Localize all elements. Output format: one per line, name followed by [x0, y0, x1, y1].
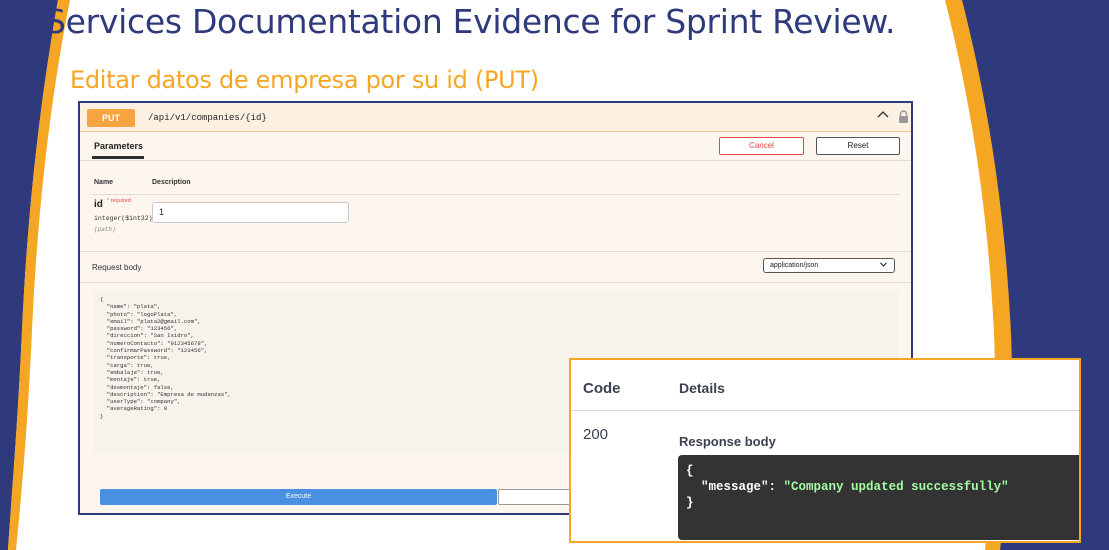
code-line: "embalaje": true,: [106, 368, 164, 376]
responses-code-header: Code: [583, 380, 621, 397]
request-body-label: Request body: [92, 263, 142, 272]
response-status-code: 200: [583, 426, 609, 443]
code-line: "montaje": true,: [106, 376, 161, 384]
lock-icon[interactable]: [898, 110, 909, 124]
method-badge: PUT: [87, 109, 135, 127]
code-line: "confirmarPassword": "123456",: [106, 347, 208, 355]
chevron-up-icon[interactable]: [877, 110, 889, 122]
column-header-name: Name: [94, 179, 114, 186]
code-line: "desmontaje": false,: [106, 383, 174, 391]
json-open-brace: {: [686, 464, 694, 478]
slide-subtitle: Editar datos de empresa por su id (PUT): [70, 66, 539, 94]
code-line: }: [100, 412, 104, 420]
param-type: integer($int32): [94, 215, 153, 222]
code-line: "name": "plata",: [106, 303, 161, 311]
json-key: "message": [701, 480, 769, 494]
tab-underline: [92, 156, 144, 159]
divider: [571, 410, 1079, 411]
cancel-button[interactable]: Cancel: [719, 137, 804, 155]
code-line: "carga": true,: [106, 361, 154, 369]
code-line: "averageRating": 0: [106, 405, 168, 413]
column-header-description: Description: [152, 179, 191, 186]
operation-header[interactable]: PUT /api/v1/companies/{id}: [80, 103, 911, 132]
response-body-block: { "message": "Company updated successful…: [678, 455, 1079, 540]
code-line: "direccion": "San Isidro",: [106, 332, 194, 340]
request-body-bar: Request body application/json: [80, 251, 911, 283]
content-type-value: application/json: [770, 262, 819, 269]
param-name: id: [94, 199, 103, 210]
param-location: (path): [94, 226, 116, 233]
code-line: "numeroContacto": "912345678",: [106, 339, 208, 347]
request-body-code: { "name": "plata", "photo": "logoPlata",…: [100, 296, 231, 420]
slide-title: Services Documentation Evidence for Spri…: [45, 2, 896, 41]
code-line: "description": "Empresa de mudanzas",: [106, 390, 231, 398]
reset-button[interactable]: Reset: [816, 137, 900, 155]
code-line: "email": "plata2@gmail.com",: [106, 317, 201, 325]
code-line: "transporte": true,: [106, 354, 171, 362]
response-body-label: Response body: [679, 434, 776, 449]
parameters-bar: Parameters Cancel Reset: [80, 132, 911, 161]
operation-path: /api/v1/companies/{id}: [148, 113, 267, 123]
code-line: "password": "123456",: [106, 325, 178, 333]
json-close-brace: }: [686, 496, 694, 510]
id-input[interactable]: 1: [152, 202, 349, 223]
responses-details-header: Details: [679, 380, 725, 396]
execute-button[interactable]: Execute: [100, 489, 497, 505]
param-required-label: * required: [107, 198, 131, 204]
divider: [92, 194, 900, 195]
response-body-code: { "message": "Company updated successful…: [686, 463, 1009, 511]
json-separator: :: [768, 480, 784, 494]
content-type-select[interactable]: application/json: [763, 258, 895, 273]
chevron-down-icon: [880, 259, 887, 272]
json-value: "Company updated successfully": [783, 480, 1009, 494]
tab-parameters[interactable]: Parameters: [94, 141, 143, 151]
code-line: "photo": "logoPlata",: [106, 310, 178, 318]
responses-inset: Code Details 200 Response body { "messag…: [569, 358, 1081, 543]
code-line: {: [100, 296, 104, 303]
code-line: "userType": "company",: [106, 398, 181, 406]
